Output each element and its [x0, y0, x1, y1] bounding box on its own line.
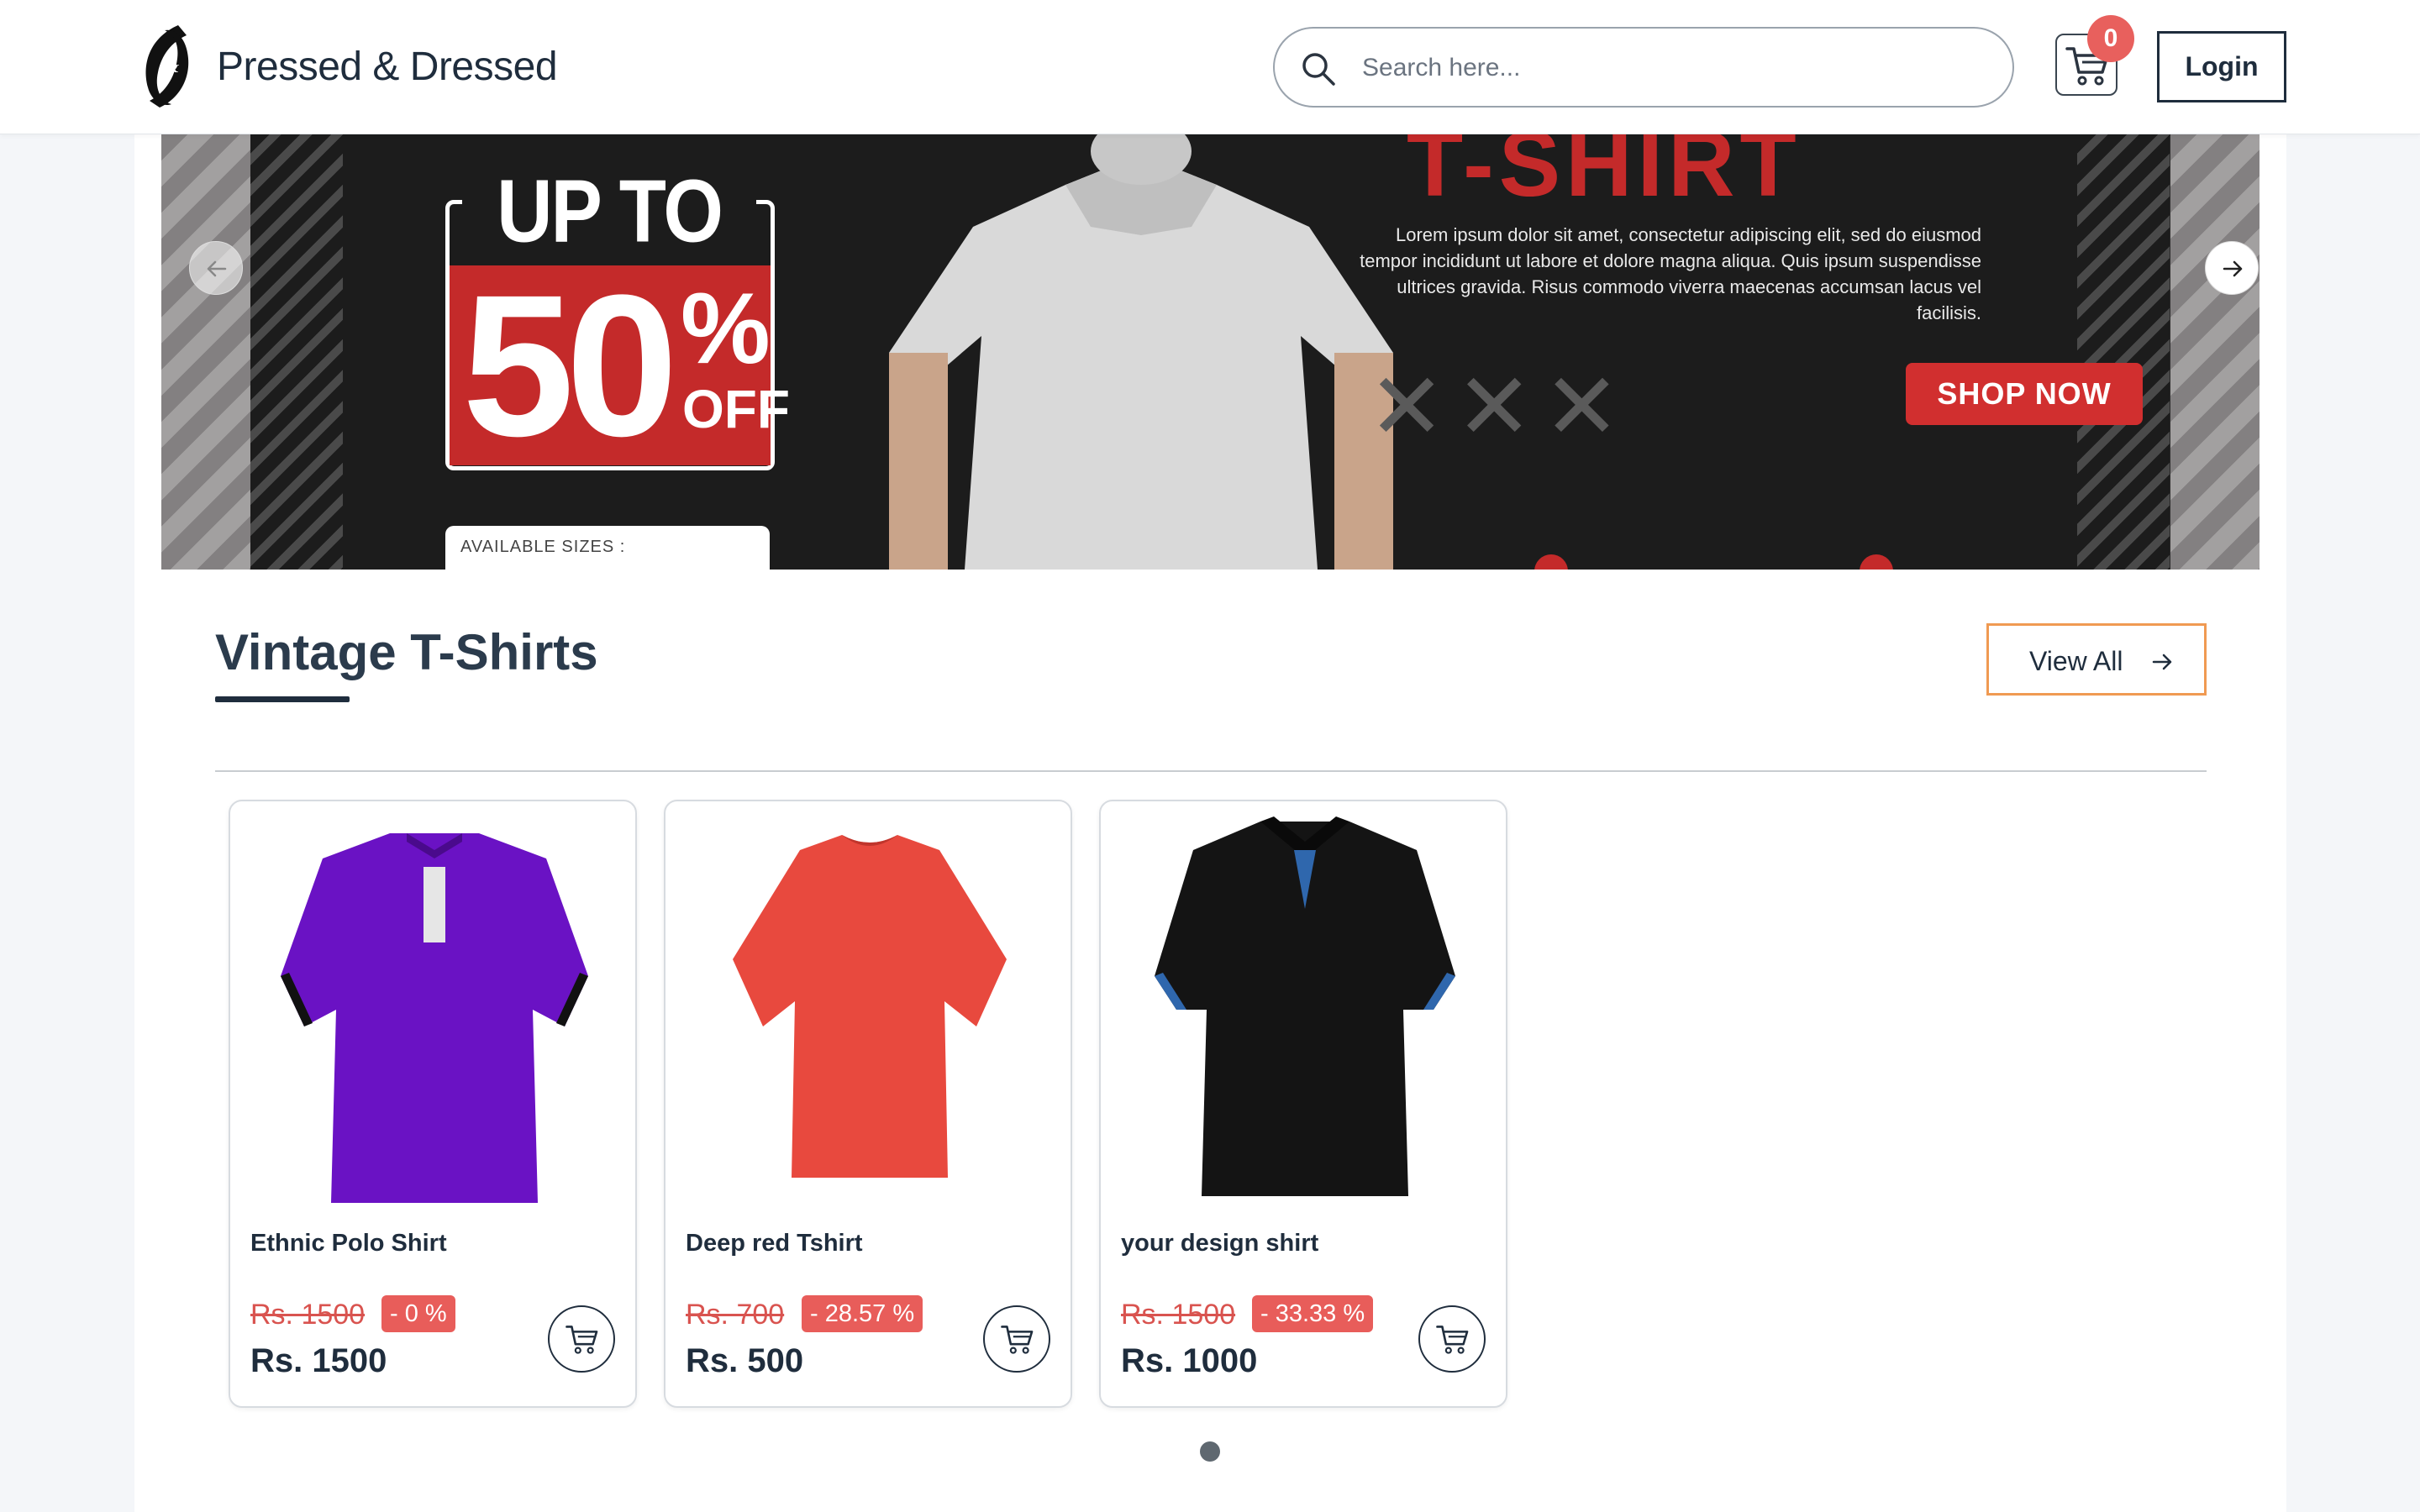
- main-content: UP TO 50 % OFF AVAILABLE SIZES : T-SHIRT…: [134, 134, 2286, 1512]
- cart-icon: [566, 1326, 598, 1354]
- discount-badge: - 28.57 %: [802, 1295, 923, 1332]
- promo-off: OFF: [682, 379, 790, 439]
- discount-badge: - 33.33 %: [1252, 1295, 1374, 1332]
- banner-contact-icon: [1534, 554, 1568, 570]
- cart-count-badge: 0: [2087, 15, 2134, 62]
- arrow-left-icon: [207, 260, 227, 277]
- view-all-button[interactable]: View All: [1986, 623, 2207, 696]
- add-to-cart-button[interactable]: [548, 1305, 615, 1373]
- section-divider: [215, 770, 2207, 772]
- product-old-price: Rs. 700: [686, 1299, 785, 1331]
- promo-value: 50: [462, 253, 678, 478]
- product-name[interactable]: Deep red Tshirt: [686, 1230, 863, 1257]
- carousel-next-button[interactable]: [2205, 241, 2259, 295]
- banner-contact-icon: [1860, 554, 1893, 570]
- product-price: Rs. 1000: [1121, 1342, 1258, 1379]
- product-card[interactable]: Ethnic Polo Shirt Rs. 1500 - 0 % Rs. 150…: [229, 800, 637, 1408]
- sizes-label: AVAILABLE SIZES :: [460, 538, 626, 556]
- promo-percent: %: [681, 272, 771, 385]
- carousel-prev-button[interactable]: [189, 241, 243, 295]
- shop-now-button[interactable]: SHOP NOW: [1906, 363, 2143, 425]
- banner-description: Lorem ipsum dolor sit amet, consectetur …: [1360, 224, 1981, 323]
- arrow-right-icon: [2223, 260, 2243, 277]
- banner-prev-slide-peek: [161, 134, 250, 570]
- search-input[interactable]: [1362, 47, 1984, 89]
- discount-badge: - 0 %: [381, 1295, 455, 1332]
- cart-icon: [1436, 1326, 1469, 1354]
- product-old-price: Rs. 1500: [1121, 1299, 1236, 1331]
- product-name[interactable]: Ethnic Polo Shirt: [250, 1230, 447, 1257]
- model-image: [889, 134, 1393, 570]
- login-button[interactable]: Login: [2157, 31, 2286, 102]
- hero-banner[interactable]: UP TO 50 % OFF AVAILABLE SIZES : T-SHIRT…: [161, 134, 2260, 570]
- banner-decoration: ✕✕✕: [1368, 355, 1631, 459]
- product-image: [733, 835, 1007, 1178]
- add-to-cart-button[interactable]: [983, 1305, 1050, 1373]
- view-all-label: View All: [2029, 646, 2123, 676]
- carousel-pagination-dot[interactable]: [1200, 1441, 1220, 1462]
- search-icon[interactable]: [1300, 50, 1337, 87]
- banner-slide: UP TO 50 % OFF AVAILABLE SIZES : T-SHIRT…: [250, 134, 2170, 570]
- product-image: [1155, 816, 1455, 1196]
- search-bar[interactable]: [1273, 27, 2014, 108]
- product-price: Rs. 1500: [250, 1342, 387, 1379]
- svg-text:&: &: [165, 55, 180, 76]
- product-card[interactable]: your design shirt Rs. 1500 - 33.33 % Rs.…: [1099, 800, 1507, 1408]
- cart-icon: [1001, 1326, 1034, 1354]
- brand-name[interactable]: Pressed & Dressed: [217, 44, 558, 90]
- section-title: Vintage T-Shirts: [215, 624, 598, 680]
- product-old-price: Rs. 1500: [250, 1299, 366, 1331]
- banner-headline: T-SHIRT: [1407, 134, 1802, 216]
- brand-logo[interactable]: &: [134, 20, 202, 113]
- product-image: [281, 833, 588, 1203]
- banner-stripes: [2077, 134, 2170, 570]
- title-underline: [215, 696, 350, 702]
- banner-next-slide-peek: [2170, 134, 2260, 570]
- product-price: Rs. 500: [686, 1342, 804, 1379]
- product-card[interactable]: Deep red Tshirt Rs. 700 - 28.57 % Rs. 50…: [664, 800, 1072, 1408]
- site-header: & Pressed & Dressed 0 Login: [0, 0, 2420, 134]
- banner-stripes: [250, 134, 343, 570]
- arrow-right-icon: [2152, 654, 2172, 670]
- product-name[interactable]: your design shirt: [1121, 1230, 1318, 1257]
- add-to-cart-button[interactable]: [1418, 1305, 1486, 1373]
- promo-upto: UP TO: [462, 161, 756, 263]
